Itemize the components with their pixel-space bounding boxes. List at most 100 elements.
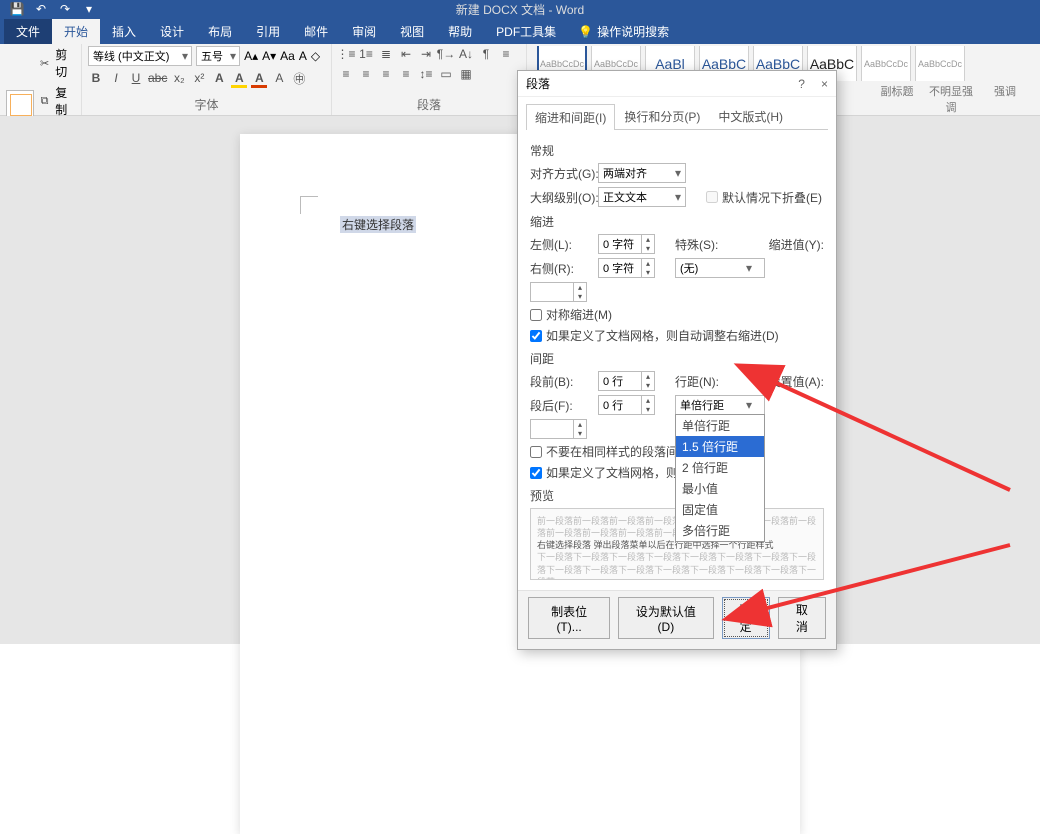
line-spacing-combo[interactable]: ▾	[675, 395, 765, 415]
tab-file[interactable]: 文件	[4, 19, 52, 44]
undo-icon[interactable]: ↶	[34, 2, 48, 16]
line-spacing-button[interactable]: ↕≡	[418, 66, 434, 82]
tab-insert[interactable]: 插入	[100, 19, 148, 44]
tab-pdf[interactable]: PDF工具集	[484, 19, 568, 44]
show-marks-button[interactable]: ¶	[478, 46, 494, 62]
chevron-down-icon[interactable]: ▾	[742, 261, 756, 275]
style-swatch[interactable]: AaBbCcDc	[861, 46, 911, 81]
char-border-button[interactable]: A	[299, 49, 307, 63]
char-shading-button[interactable]: A	[271, 70, 287, 86]
chevron-down-icon[interactable]: ▾	[179, 49, 191, 63]
collapse-check-input[interactable]	[706, 191, 718, 203]
bullets-button[interactable]: ⋮≡	[338, 46, 354, 62]
superscript-button[interactable]: x²	[191, 70, 207, 86]
borders-button[interactable]: ▦	[458, 66, 474, 82]
italic-button[interactable]: I	[108, 70, 124, 86]
line-option[interactable]: 最小值	[676, 478, 764, 499]
line-option[interactable]: 固定值	[676, 499, 764, 520]
tab-asian-typography[interactable]: 中文版式(H)	[709, 103, 792, 129]
bold-button[interactable]: B	[88, 70, 104, 86]
increase-indent-button[interactable]: ⇥	[418, 46, 434, 62]
indent-value-spinner[interactable]: ▴▾	[530, 282, 587, 302]
left-indent-spinner[interactable]: ▴▾	[598, 234, 655, 254]
help-icon[interactable]: ?	[798, 77, 805, 91]
tell-me-search[interactable]: 💡 操作说明搜索	[568, 19, 679, 44]
line-option-selected[interactable]: 1.5 倍行距	[676, 436, 764, 457]
chevron-down-icon[interactable]: ▾	[742, 398, 756, 412]
special-combo[interactable]: ▾	[675, 258, 765, 278]
tab-review[interactable]: 审阅	[340, 19, 388, 44]
shrink-font-button[interactable]: A▾	[262, 49, 276, 63]
dialog-titlebar[interactable]: 段落 ? ×	[518, 71, 836, 97]
ltr-button[interactable]: ¶→	[438, 46, 454, 62]
multilevel-button[interactable]: ≣	[378, 46, 394, 62]
line-spacing-dropdown[interactable]: 单倍行距 1.5 倍行距 2 倍行距 最小值 固定值 多倍行距	[675, 414, 765, 542]
right-indent-spinner[interactable]: ▴▾	[598, 258, 655, 278]
space-after-spinner[interactable]: ▴▾	[598, 395, 655, 415]
chevron-down-icon[interactable]: ▾	[227, 49, 239, 63]
highlight-button[interactable]: A	[231, 70, 247, 86]
shading-button[interactable]: ▭	[438, 66, 454, 82]
align-left-button[interactable]: ≡	[498, 46, 514, 62]
snap-check-input[interactable]	[530, 467, 542, 479]
align-right-button[interactable]: ≡	[358, 66, 374, 82]
line-option[interactable]: 单倍行距	[676, 415, 764, 436]
spin-down-icon[interactable]: ▾	[574, 429, 586, 438]
numbering-button[interactable]: 1≡	[358, 46, 374, 62]
space-after-input[interactable]	[599, 396, 641, 414]
ok-button[interactable]: 确定	[722, 597, 770, 639]
mirror-check-input[interactable]	[530, 309, 542, 321]
font-size-combo[interactable]: ▾	[196, 46, 240, 66]
line-spacing-input[interactable]	[676, 396, 742, 414]
tab-design[interactable]: 设计	[148, 19, 196, 44]
redo-icon[interactable]: ↷	[58, 2, 72, 16]
justify-button[interactable]: ≡	[378, 66, 394, 82]
tab-line-page-breaks[interactable]: 换行和分页(P)	[615, 103, 709, 129]
distribute-button[interactable]: ≡	[398, 66, 414, 82]
space-before-spinner[interactable]: ▴▾	[598, 371, 655, 391]
collapse-checkbox[interactable]: 默认情况下折叠(E)	[706, 189, 822, 206]
outline-combo[interactable]: ▾	[598, 187, 686, 207]
spin-down-icon[interactable]: ▾	[642, 244, 654, 253]
align-center-button[interactable]: ≡	[338, 66, 354, 82]
qat-more-icon[interactable]: ▾	[82, 2, 96, 16]
spin-down-icon[interactable]: ▾	[574, 292, 586, 301]
grow-font-button[interactable]: A▴	[244, 49, 258, 63]
spin-up-icon[interactable]: ▴	[642, 396, 654, 405]
line-option[interactable]: 2 倍行距	[676, 457, 764, 478]
font-name-input[interactable]	[89, 47, 179, 65]
spin-down-icon[interactable]: ▾	[642, 381, 654, 390]
special-input[interactable]	[676, 259, 742, 277]
font-color-button[interactable]: A	[251, 70, 267, 86]
mirror-indent-checkbox[interactable]: 对称缩进(M)	[530, 306, 612, 323]
cancel-button[interactable]: 取消	[778, 597, 826, 639]
font-name-combo[interactable]: ▾	[88, 46, 192, 66]
underline-button[interactable]: U	[128, 70, 144, 86]
spin-up-icon[interactable]: ▴	[642, 259, 654, 268]
right-indent-input[interactable]	[599, 259, 641, 277]
font-size-input[interactable]	[197, 47, 227, 65]
tab-view[interactable]: 视图	[388, 19, 436, 44]
no-space-check-input[interactable]	[530, 446, 542, 458]
auto-adjust-check-input[interactable]	[530, 330, 542, 342]
tabs-button[interactable]: 制表位(T)...	[528, 597, 610, 639]
style-swatch[interactable]: AaBbCcDc	[915, 46, 965, 81]
strike-button[interactable]: abc	[148, 70, 167, 86]
set-value-spinner[interactable]: ▴▾	[530, 419, 587, 439]
spin-up-icon[interactable]: ▴	[642, 372, 654, 381]
chevron-down-icon[interactable]: ▾	[671, 190, 685, 204]
selected-text[interactable]: 右键选择段落	[340, 216, 416, 233]
set-value-input[interactable]	[531, 420, 573, 438]
text-effects-button[interactable]: A	[211, 70, 227, 86]
spin-up-icon[interactable]: ▴	[574, 283, 586, 292]
spin-down-icon[interactable]: ▾	[642, 268, 654, 277]
tab-indent-spacing[interactable]: 缩进和间距(I)	[526, 104, 615, 130]
set-default-button[interactable]: 设为默认值(D)	[618, 597, 713, 639]
tab-home[interactable]: 开始	[52, 19, 100, 44]
align-input[interactable]	[599, 164, 671, 182]
save-icon[interactable]: 💾	[10, 2, 24, 16]
tab-help[interactable]: 帮助	[436, 19, 484, 44]
space-before-input[interactable]	[599, 372, 641, 390]
spin-up-icon[interactable]: ▴	[642, 235, 654, 244]
cut-button[interactable]: ✂剪切	[38, 46, 75, 82]
